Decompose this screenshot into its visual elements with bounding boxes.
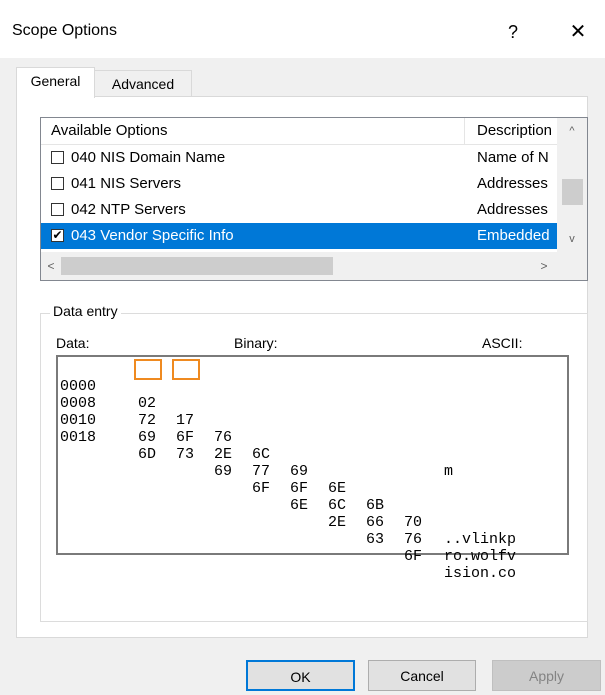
hex-byte[interactable]: 6D xyxy=(138,446,156,463)
hex-byte[interactable]: 6F xyxy=(176,429,194,446)
hex-byte[interactable]: 17 xyxy=(176,412,194,429)
hex-byte[interactable]: 73 xyxy=(176,446,194,463)
hex-editor[interactable]: 0000 02 17 76 6C 69 6E 6B 70 ..vlinkp 00… xyxy=(56,355,569,582)
hex-byte[interactable]: 69 xyxy=(138,429,156,446)
tab-general[interactable]: General xyxy=(16,67,95,98)
horizontal-scroll-thumb[interactable] xyxy=(61,257,333,275)
title-bar: Scope Options ? ✕ xyxy=(0,0,605,58)
list-header: Available Options Description xyxy=(41,118,587,145)
hex-byte[interactable]: 76 xyxy=(214,429,232,446)
highlight-box xyxy=(134,359,162,380)
data-entry-label: Data entry xyxy=(50,303,121,319)
checkbox[interactable] xyxy=(51,203,64,216)
option-name: 041 NIS Servers xyxy=(71,175,182,192)
dialog-title: Scope Options xyxy=(12,22,117,39)
option-name: 042 NTP Servers xyxy=(71,201,186,218)
list-item[interactable]: 040 NIS Domain Name Name of N xyxy=(41,145,557,171)
ok-button[interactable]: OK xyxy=(246,660,355,691)
list-item[interactable]: 041 NIS Servers Addresses xyxy=(41,171,557,197)
list-item-selected[interactable]: ✔ 043 Vendor Specific Info Embedded xyxy=(41,223,557,249)
option-description: Addresses xyxy=(477,201,548,218)
hex-line: 0000 02 17 76 6C 69 6E 6B 70 ..vlinkp xyxy=(58,361,516,548)
hex-address: 0018 xyxy=(60,429,97,446)
hex-byte[interactable]: 6C xyxy=(252,446,270,463)
scroll-down-icon[interactable]: v xyxy=(557,226,587,252)
hex-line: 0018 6D m xyxy=(58,412,453,480)
hex-byte[interactable]: 2E xyxy=(328,514,346,531)
hex-byte[interactable]: 63 xyxy=(366,531,384,548)
hex-byte[interactable]: 6C xyxy=(328,497,346,514)
column-header-available-options[interactable]: Available Options xyxy=(41,118,465,144)
hex-byte[interactable]: 69 xyxy=(290,463,308,480)
scroll-up-icon[interactable]: ^ xyxy=(557,118,587,144)
ascii-text[interactable]: ro.wolfv xyxy=(444,548,516,565)
hex-byte[interactable]: 6B xyxy=(366,497,384,514)
option-description: Embedded xyxy=(477,227,550,244)
vertical-scroll-thumb[interactable] xyxy=(562,179,583,205)
ascii-text[interactable]: m xyxy=(444,463,453,480)
hex-byte[interactable]: 69 xyxy=(214,463,232,480)
option-name: 043 Vendor Specific Info xyxy=(71,227,234,244)
hex-byte[interactable]: 6F xyxy=(252,480,270,497)
close-button[interactable]: ✕ xyxy=(560,14,596,50)
tab-advanced[interactable]: Advanced xyxy=(94,70,192,97)
hex-byte[interactable]: 6E xyxy=(290,497,308,514)
available-options-list[interactable]: Available Options Description 040 NIS Do… xyxy=(40,117,588,281)
hex-byte[interactable]: 66 xyxy=(366,514,384,531)
cancel-button[interactable]: Cancel xyxy=(368,660,476,691)
apply-button[interactable]: Apply xyxy=(492,660,601,691)
hex-byte[interactable]: 72 xyxy=(138,412,156,429)
scope-options-dialog: Scope Options ? ✕ General Advanced Avail… xyxy=(0,0,605,695)
ascii-text[interactable]: ..vlinkp xyxy=(444,531,516,548)
hex-line: 0008 72 6F 2E 77 6F 6C 66 76 ro.wolfv xyxy=(58,378,516,565)
scroll-right-icon[interactable]: > xyxy=(531,252,557,280)
hex-byte[interactable]: 70 xyxy=(404,514,422,531)
scroll-left-icon[interactable]: < xyxy=(41,252,61,280)
ascii-text[interactable]: ision.co xyxy=(444,565,516,582)
binary-column-label: Binary: xyxy=(234,335,278,351)
option-description: Addresses xyxy=(477,175,548,192)
highlight-box xyxy=(172,359,200,380)
option-description: Name of N xyxy=(477,149,549,166)
hex-byte[interactable]: 6F xyxy=(404,548,422,565)
list-item[interactable]: 042 NTP Servers Addresses xyxy=(41,197,557,223)
hex-byte[interactable]: 76 xyxy=(404,531,422,548)
hex-byte[interactable]: 2E xyxy=(214,446,232,463)
checkbox[interactable] xyxy=(51,177,64,190)
checkbox-checked[interactable]: ✔ xyxy=(51,229,64,242)
column-header-description[interactable]: Description xyxy=(467,118,557,144)
help-button[interactable]: ? xyxy=(498,14,528,50)
data-column-label: Data: xyxy=(56,335,90,351)
hex-byte[interactable]: 77 xyxy=(252,463,270,480)
option-name: 040 NIS Domain Name xyxy=(71,149,226,166)
hex-byte[interactable]: 6E xyxy=(328,480,346,497)
ascii-column-label: ASCII: xyxy=(482,335,523,351)
horizontal-scrollbar[interactable]: < > xyxy=(41,252,557,280)
hex-byte[interactable]: 6F xyxy=(290,480,308,497)
checkbox[interactable] xyxy=(51,151,64,164)
hex-line: 0010 69 73 69 6F 6E 2E 63 6F ision.co xyxy=(58,395,516,582)
scrollbar-corner xyxy=(557,252,587,280)
hex-byte[interactable]: 02 xyxy=(138,395,156,412)
vertical-scrollbar[interactable]: ^ v xyxy=(557,118,587,252)
